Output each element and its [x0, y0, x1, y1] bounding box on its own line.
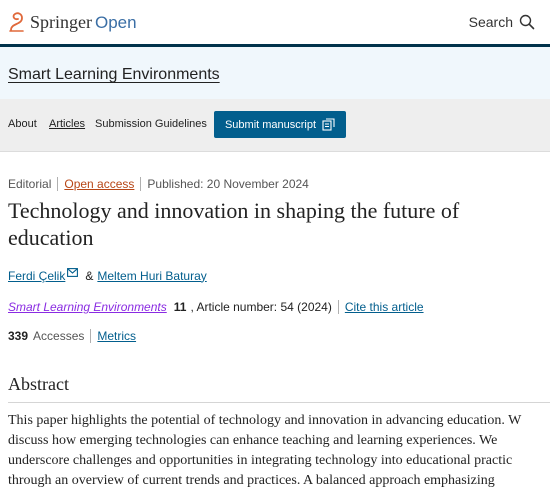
- author-link[interactable]: Ferdi Çelik: [8, 269, 65, 283]
- mail-icon[interactable]: [67, 268, 79, 277]
- journal-nav: About Articles Submission Guidelines Sub…: [0, 99, 550, 152]
- article-number: , Article number: 54 (2024): [190, 300, 332, 314]
- author-link[interactable]: Meltem Huri Baturay: [97, 269, 206, 283]
- abstract-divider: [8, 402, 550, 403]
- abstract-line: underscore challenges and opportunities …: [8, 453, 513, 468]
- nav-submission-guidelines[interactable]: Submission Guidelines: [95, 118, 207, 130]
- abstract-heading: Abstract: [8, 374, 69, 394]
- springer-logo-icon: [9, 12, 24, 32]
- springer-open-logo[interactable]: Springer Open: [8, 11, 137, 33]
- volume-number: 11: [173, 300, 187, 314]
- article-type: Editorial: [8, 177, 52, 191]
- nav-articles[interactable]: Articles: [49, 118, 85, 130]
- cite-article-link[interactable]: Cite this article: [345, 300, 424, 314]
- abstract-text: This paper highlights the potential of t…: [8, 411, 550, 491]
- open-access-link[interactable]: Open access: [64, 177, 134, 191]
- site-header: Springer Open Search: [0, 0, 550, 47]
- article-title: Technology and innovation in shaping the…: [8, 198, 460, 250]
- abstract-line: This paper highlights the potential of t…: [8, 413, 522, 428]
- metrics-link[interactable]: Metrics: [97, 329, 136, 343]
- search-label: Search: [468, 14, 513, 30]
- external-submit-icon: [322, 118, 335, 131]
- divider: [140, 177, 142, 191]
- divider: [90, 329, 92, 343]
- article-meta: Editorial Open access Published: 20 Nove…: [8, 177, 309, 191]
- citation-line: Smart Learning Environments 11 , Article…: [8, 300, 424, 314]
- search-icon: [519, 14, 535, 30]
- submit-label: Submit manuscript: [224, 118, 317, 131]
- abstract-line: through an overview of current trends an…: [8, 473, 495, 488]
- author-joiner: &: [85, 268, 94, 283]
- brand-suffix: Open: [95, 12, 137, 32]
- nav-about[interactable]: About: [8, 118, 37, 130]
- journal-citation-link[interactable]: Smart Learning Environments: [8, 300, 167, 314]
- accesses-count: 339: [8, 329, 29, 343]
- journal-title-link[interactable]: Smart Learning Environments: [8, 66, 220, 84]
- divider: [57, 177, 59, 191]
- submit-manuscript-button[interactable]: Submit manuscript: [214, 111, 346, 138]
- divider: [337, 300, 339, 314]
- journal-banner: Smart Learning Environments: [0, 47, 550, 100]
- search-button[interactable]: Search: [469, 14, 535, 30]
- brand-name: Springer: [30, 11, 92, 32]
- abstract-line: discuss how emerging technologies can en…: [8, 433, 498, 448]
- access-metrics: 339 Accesses Metrics: [8, 329, 136, 343]
- published-date: Published: 20 November 2024: [147, 177, 309, 191]
- accesses-label: Accesses: [33, 329, 85, 343]
- author-list: Ferdi Çelik & Meltem Huri Baturay: [8, 268, 207, 283]
